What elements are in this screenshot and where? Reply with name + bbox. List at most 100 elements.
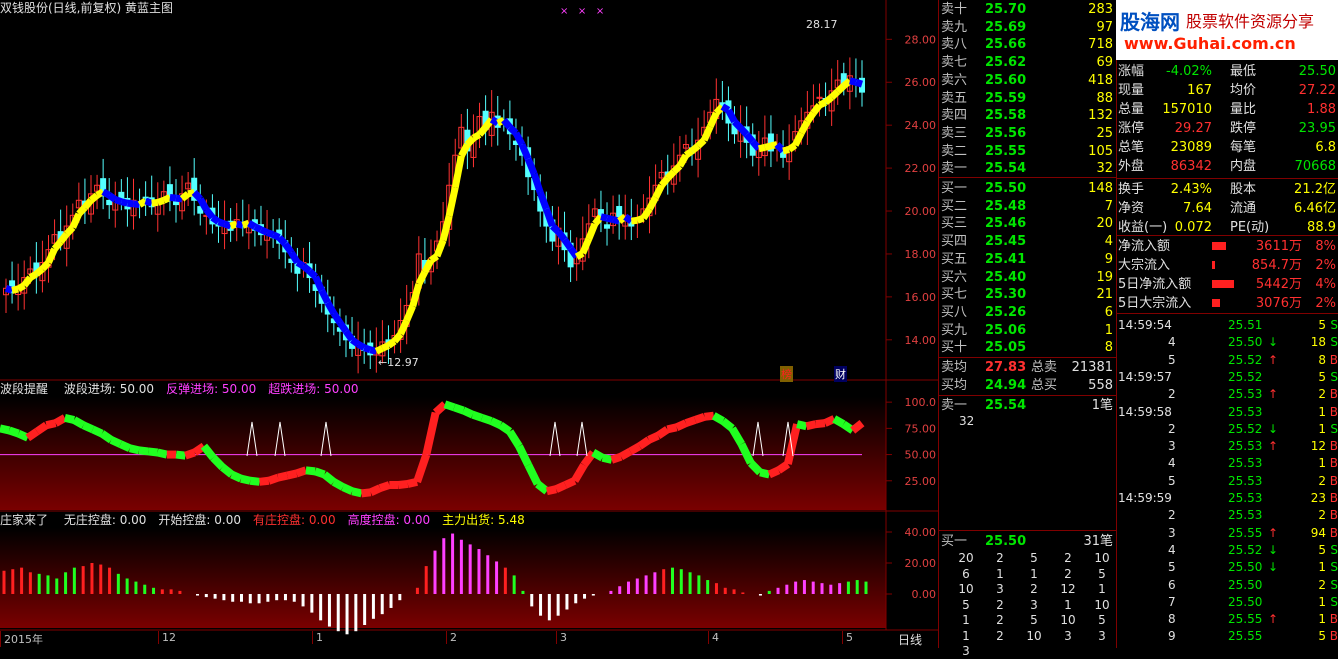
sell-level-row[interactable]: 卖三 25.56 25 <box>939 124 1117 143</box>
stat-cell: 157010 <box>1162 102 1212 117</box>
stat-cell: 6.8 <box>1315 140 1336 155</box>
tick-row: 14:59:59 25.53 23 B <box>1118 489 1338 507</box>
trend-yellow-segment <box>82 198 94 210</box>
indicator2-title-bar: 庄家来了 无庄控盘: 0.00 开始控盘: 0.00 有庄控盘: 0.00 高度控盘:… <box>0 512 525 528</box>
tick-side: B <box>1329 612 1338 627</box>
trend-yellow-segment <box>658 175 671 188</box>
stat-cell: 内盘 <box>1230 159 1257 174</box>
quote-stat-row: 外盘 86342 内盘 70668 <box>1118 157 1338 176</box>
buy1-queue-cell: 5 <box>1030 613 1038 627</box>
buy-level-row[interactable]: 买三 25.46 20 <box>939 214 1117 233</box>
sell-level-volume: 88 <box>1096 90 1113 106</box>
stat-cell: 70668 <box>1294 159 1336 174</box>
period-label[interactable]: 日线 <box>898 631 922 648</box>
sell-level-label: 卖三 <box>941 125 968 141</box>
flow-label: 净流入额 <box>1118 239 1171 254</box>
trend-blue-segment <box>295 259 306 270</box>
trend-blue-segment <box>210 214 221 225</box>
tick-volume: 1 <box>1318 456 1326 471</box>
buy-level-price: 25.40 <box>985 269 1027 285</box>
buy-level-row[interactable]: 买六 25.40 19 <box>939 268 1117 287</box>
tick-volume: 12 <box>1310 439 1326 454</box>
tick-volume: 94 <box>1310 525 1326 540</box>
sell-level-volume: 25 <box>1096 125 1113 141</box>
trend-blue-segment <box>223 220 232 230</box>
buy1-queue-cell: 10 <box>958 582 974 596</box>
oscillator-down-segment <box>471 410 484 422</box>
buy-level-row[interactable]: 买八 25.26 6 <box>939 303 1117 322</box>
kline-chart-area[interactable]: 28.0026.0024.0022.0020.0018.0016.0014.00… <box>0 0 938 648</box>
sell-level-row[interactable]: 卖八 25.66 718 <box>939 35 1117 54</box>
trend-blue-segment <box>107 192 118 203</box>
site-logo[interactable]: 股海网 股票软件资源分享 www.Guhai.com.cn <box>1116 0 1338 60</box>
buy-level-row[interactable]: 买九 25.06 1 <box>939 321 1117 340</box>
indicator1-axis-label: 75.00 <box>905 422 937 435</box>
indicator2-axis-label: 0.00 <box>912 588 937 601</box>
buy-level-price: 25.48 <box>985 198 1027 214</box>
capital-flow-row: 大宗流入 854.7万 2% <box>1118 256 1338 275</box>
finance-badge[interactable]: 财 <box>834 366 847 382</box>
tick-price: 25.51 <box>1228 318 1263 332</box>
oscillator-up-segment <box>277 471 289 482</box>
sell-level-row[interactable]: 卖十 25.70 283 <box>939 0 1117 19</box>
signal-marks: × × × <box>560 6 605 17</box>
trend-blue-segment <box>606 214 614 224</box>
sell-level-row[interactable]: 卖六 25.60 418 <box>939 71 1117 90</box>
buy1-queue-cell: 6 <box>962 566 970 581</box>
trend-yellow-segment <box>689 143 701 154</box>
buy-level-volume: 7 <box>1104 198 1113 214</box>
buy-level-row[interactable]: 买七 25.30 21 <box>939 285 1117 304</box>
trend-blue-segment <box>501 117 513 130</box>
oscillator-up-segment <box>666 423 678 434</box>
trend-blue-segment <box>253 223 263 233</box>
trend-blue-segment <box>849 77 857 86</box>
capital-flow-row: 5日大宗流入 3076万 2% <box>1118 294 1338 313</box>
price-axis-label: 20.00 <box>905 205 937 218</box>
oscillator-down-segment <box>452 403 465 415</box>
tick-volume: 8 <box>1318 352 1326 367</box>
sell-level-row[interactable]: 卖五 25.59 88 <box>939 89 1117 108</box>
sell-level-label: 卖九 <box>941 19 968 35</box>
sell-level-row[interactable]: 卖九 25.69 97 <box>939 18 1117 37</box>
tick-time: 7 <box>1168 594 1176 609</box>
tick-row: 2 25.53 ↑ 2 B <box>1118 385 1338 403</box>
tick-volume: 5 <box>1318 369 1326 384</box>
sell-level-row[interactable]: 卖一 25.54 32 <box>939 159 1117 178</box>
tick-volume: 18 <box>1310 335 1326 350</box>
order-average-row: 买均 24.94 总买 558 <box>939 376 1117 395</box>
time-axis-label: 2015年 <box>0 631 43 647</box>
tick-time: 3 <box>1168 525 1176 540</box>
sell-level-price: 25.60 <box>985 72 1027 88</box>
capital-flow-row: 净流入额 3611万 8% <box>1118 237 1338 256</box>
time-axis-label: 12 <box>158 631 176 644</box>
sell-level-row[interactable]: 卖二 25.55 105 <box>939 142 1117 161</box>
tick-volume: 2 <box>1318 508 1326 523</box>
sell-level-row[interactable]: 卖四 25.58 132 <box>939 106 1117 125</box>
sell-level-price: 25.54 <box>985 161 1027 177</box>
oscillator-up-segment <box>34 421 49 435</box>
quote-stat-row: 净资 7.64 流通 6.46亿 <box>1118 199 1338 218</box>
sell-level-row[interactable]: 卖七 25.62 69 <box>939 53 1117 72</box>
trend-blue-segment <box>282 241 295 255</box>
buy-level-row[interactable]: 买二 25.48 7 <box>939 197 1117 216</box>
capital-flow-row: 5日净流入额 5442万 4% <box>1118 275 1338 294</box>
oscillator-down-segment <box>72 416 86 429</box>
buy-level-row[interactable]: 买十 25.05 8 <box>939 338 1117 357</box>
indicator2-axis-label: 20.00 <box>905 557 937 570</box>
buy1-queue-cell: 5 <box>1030 551 1038 565</box>
stat-cell: 总量 <box>1118 102 1145 117</box>
buy-level-row[interactable]: 买五 25.41 9 <box>939 250 1117 269</box>
flow-percent: 2% <box>1315 258 1336 273</box>
tick-arrow: ↑ <box>1268 352 1279 367</box>
tick-time: 4 <box>1168 542 1176 557</box>
tick-side: S <box>1330 594 1338 609</box>
buy-level-volume: 6 <box>1104 304 1113 320</box>
sell-level-label: 卖八 <box>941 37 968 53</box>
trend-yellow-segment <box>156 196 166 206</box>
buy1-queue-cell: 1 <box>996 566 1004 581</box>
buy-level-row[interactable]: 买四 25.45 4 <box>939 232 1117 251</box>
rank-badge[interactable]: 榜 <box>780 366 793 382</box>
tick-side: S <box>1330 542 1338 557</box>
trend-yellow-segment <box>636 214 645 224</box>
buy-level-row[interactable]: 买一 25.50 148 <box>939 179 1117 198</box>
